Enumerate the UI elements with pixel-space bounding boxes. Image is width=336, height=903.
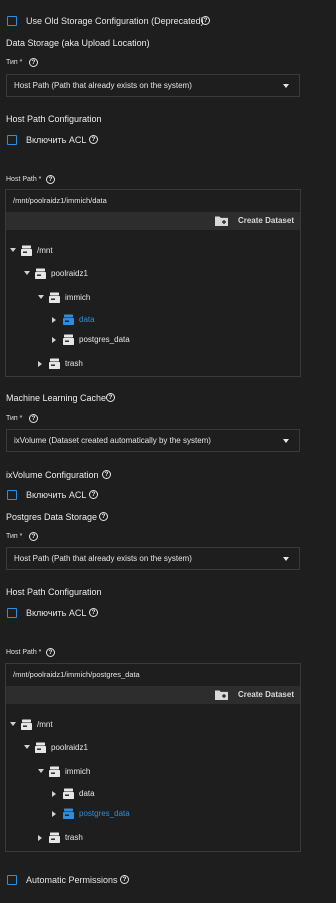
tree-node-label: immich	[65, 293, 91, 302]
help-icon[interactable]: ?	[89, 490, 98, 499]
help-icon[interactable]: ?	[99, 512, 108, 521]
ml-acl-label: Включить ACL	[26, 490, 87, 500]
create-dataset-button[interactable]: Create Dataset	[214, 689, 294, 701]
chevron-down-icon[interactable]	[10, 248, 16, 252]
tree-node-label: postgres_data	[79, 809, 130, 818]
chevron-down-icon[interactable]	[24, 745, 30, 749]
dataset-toolbar: Create Dataset	[6, 686, 300, 704]
tree-node-label: poolraidz1	[51, 743, 88, 752]
host-path-value: /mnt/poolraidz1/immich/data	[13, 196, 107, 205]
help-icon[interactable]: ?	[89, 608, 98, 617]
help-icon[interactable]: ?	[120, 875, 129, 884]
dataset-icon	[63, 788, 74, 799]
automatic-permissions-label: Automatic Permissions	[26, 875, 118, 885]
help-icon[interactable]: ?	[29, 58, 38, 67]
dataset-icon	[63, 334, 74, 345]
help-icon[interactable]: ?	[201, 16, 210, 25]
tree-node-label: trash	[65, 359, 83, 368]
dataset-icon	[21, 245, 32, 256]
help-icon[interactable]: ?	[46, 648, 55, 657]
data-acl-checkbox[interactable]	[7, 135, 17, 145]
chevron-down-icon	[283, 84, 289, 88]
data-storage-title: Data Storage (aka Upload Location)	[6, 38, 150, 48]
create-folder-icon	[215, 216, 228, 226]
tree-node-label: trash	[65, 833, 83, 842]
postgres-explorer: /mnt/poolraidz1/immich/postgres_data Cre…	[5, 663, 301, 852]
old-storage-label: Use Old Storage Configuration (Deprecate…	[26, 16, 204, 26]
data-storage-type-select[interactable]: Host Path (Path that already exists on t…	[6, 74, 300, 97]
tree-node-label: immich	[65, 767, 91, 776]
data-host-path-input[interactable]: /mnt/poolraidz1/immich/data	[6, 190, 300, 213]
host-path-value: /mnt/poolraidz1/immich/postgres_data	[13, 670, 140, 679]
chevron-down-icon	[283, 439, 289, 443]
dataset-icon	[63, 808, 74, 819]
select-value: Host Path (Path that already exists on t…	[14, 81, 192, 90]
data-host-path-label: Host Path *	[6, 176, 42, 183]
host-path-config-title: Host Path Configuration	[6, 114, 102, 124]
help-icon[interactable]: ?	[46, 175, 55, 184]
chevron-right-icon[interactable]	[52, 317, 56, 323]
chevron-down-icon[interactable]	[38, 295, 44, 299]
postgres-type-select[interactable]: Host Path (Path that already exists on t…	[6, 547, 300, 570]
chevron-right-icon[interactable]	[52, 337, 56, 343]
postgres-host-path-input[interactable]: /mnt/poolraidz1/immich/postgres_data	[6, 664, 300, 687]
chevron-right-icon[interactable]	[52, 791, 56, 797]
dataset-icon	[35, 268, 46, 279]
dataset-icon	[35, 742, 46, 753]
help-icon[interactable]: ?	[106, 393, 115, 402]
create-folder-icon	[215, 690, 228, 700]
data-acl-label: Включить ACL	[26, 135, 87, 145]
ml-type-select[interactable]: ixVolume (Dataset created automatically …	[6, 429, 300, 452]
postgres-type-label: Тип *	[6, 533, 23, 540]
help-icon[interactable]: ?	[89, 135, 98, 144]
create-dataset-button[interactable]: Create Dataset	[214, 215, 294, 227]
tree-node-label: /mnt	[37, 720, 53, 729]
data-storage-type-label: Тип *	[6, 59, 23, 66]
ml-type-label: Тип *	[6, 415, 23, 422]
help-icon[interactable]: ?	[29, 532, 38, 541]
chevron-down-icon[interactable]	[38, 769, 44, 773]
dataset-icon	[49, 358, 60, 369]
ml-acl-checkbox[interactable]	[7, 490, 17, 500]
help-icon[interactable]: ?	[29, 414, 38, 423]
chevron-down-icon[interactable]	[24, 271, 30, 275]
dataset-icon	[49, 832, 60, 843]
select-value: ixVolume (Dataset created automatically …	[14, 436, 211, 445]
create-dataset-label: Create Dataset	[237, 690, 294, 699]
select-value: Host Path (Path that already exists on t…	[14, 554, 192, 563]
postgres-host-path-label: Host Path *	[6, 649, 42, 656]
automatic-permissions-checkbox[interactable]	[7, 875, 17, 885]
chevron-down-icon	[283, 557, 289, 561]
old-storage-checkbox[interactable]	[7, 16, 17, 26]
tree-node-label: data	[79, 789, 95, 798]
tree-node-label: postgres_data	[79, 335, 130, 344]
postgres-host-path-config-title: Host Path Configuration	[6, 587, 102, 597]
tree-node-label: poolraidz1	[51, 269, 88, 278]
postgres-acl-label: Включить ACL	[26, 608, 87, 618]
tree-node-label: /mnt	[37, 246, 53, 255]
postgres-title: Postgres Data Storage	[6, 512, 98, 522]
chevron-right-icon[interactable]	[52, 811, 56, 817]
help-icon[interactable]: ?	[102, 470, 111, 479]
chevron-right-icon[interactable]	[38, 835, 42, 841]
ml-cache-title: Machine Learning Cache	[6, 393, 107, 403]
create-dataset-label: Create Dataset	[237, 216, 294, 225]
dataset-icon	[21, 719, 32, 730]
dataset-icon	[49, 292, 60, 303]
postgres-acl-checkbox[interactable]	[7, 608, 17, 618]
chevron-down-icon[interactable]	[10, 722, 16, 726]
ixvolume-config-title: ixVolume Configuration	[6, 470, 99, 480]
dataset-icon	[49, 766, 60, 777]
chevron-right-icon[interactable]	[38, 361, 42, 367]
dataset-toolbar: Create Dataset	[6, 212, 300, 230]
data-explorer: /mnt/poolraidz1/immich/data Create Datas…	[5, 189, 301, 377]
tree-node-label: data	[79, 315, 95, 324]
dataset-icon	[63, 314, 74, 325]
